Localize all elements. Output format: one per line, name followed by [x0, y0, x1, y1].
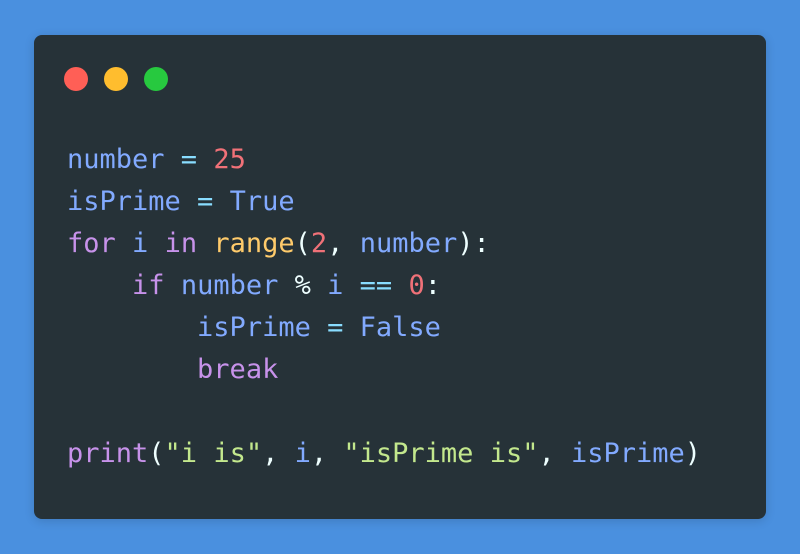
- code-token-punctuation: (: [148, 438, 165, 469]
- code-token-variable: number: [67, 144, 165, 175]
- code-token-punctuation: [165, 270, 181, 301]
- code-token-keyword: in: [164, 228, 198, 259]
- code-token-variable: i: [327, 270, 344, 301]
- code-token-string: "isPrime is": [343, 438, 539, 469]
- code-token-punctuation: ):: [457, 228, 490, 259]
- code-token-variable: i: [132, 228, 149, 259]
- code-line: number = 25: [67, 139, 701, 181]
- code-token-operator: =: [310, 312, 360, 343]
- code-token-keyword: print: [67, 438, 149, 469]
- code-token-operator: ==: [343, 270, 409, 301]
- code-line: break: [67, 349, 701, 391]
- code-token-variable: isPrime: [197, 312, 311, 343]
- code-token-punctuation: [67, 270, 132, 301]
- code-token-number: 2: [310, 228, 328, 259]
- code-token-variable: number: [359, 228, 458, 259]
- code-line: print("i is", i, "isPrime is", isPrime): [67, 433, 701, 475]
- code-token-punctuation: [67, 354, 197, 385]
- code-line: if number % i == 0:: [67, 265, 701, 307]
- close-dot[interactable]: [64, 67, 88, 91]
- code-token-punctuation: ,: [327, 228, 360, 259]
- window-controls: [64, 67, 168, 91]
- code-token-variable: isPrime: [570, 438, 685, 469]
- code-token-keyword: for: [67, 228, 116, 259]
- code-token-variable: isPrime: [67, 186, 181, 217]
- code-token-variable: i: [294, 438, 311, 469]
- code-token-keyword: break: [197, 354, 279, 385]
- code-token-keyword: if: [132, 270, 165, 301]
- code-token-variable: number: [180, 270, 279, 301]
- code-token-operator: =: [164, 144, 214, 175]
- code-token-string: "i is": [164, 438, 263, 469]
- code-token-punctuation: [197, 228, 213, 259]
- code-token-punctuation: [116, 228, 132, 259]
- code-token-punctuation: :: [424, 270, 441, 301]
- code-line: for i in range(2, number):: [67, 223, 701, 265]
- code-token-variable: False: [359, 312, 441, 343]
- code-token-punctuation: [67, 312, 197, 343]
- code-token-punctuation: (: [294, 228, 311, 259]
- code-token-punctuation: %: [278, 270, 328, 301]
- code-line: isPrime = False: [67, 307, 701, 349]
- minimize-dot[interactable]: [104, 67, 128, 91]
- code-token-builtin-function: range: [213, 228, 295, 259]
- code-token-punctuation: ,: [310, 438, 344, 469]
- maximize-dot[interactable]: [144, 67, 168, 91]
- code-token-punctuation: ): [684, 438, 702, 469]
- code-token-punctuation: ,: [262, 438, 295, 469]
- code-token-number: 25: [213, 144, 246, 175]
- code-block: number = 25 isPrime = True for i in range(…: [67, 139, 701, 475]
- code-window: number = 25 isPrime = True for i in range(…: [34, 35, 766, 519]
- code-token-operator: =: [180, 186, 230, 217]
- code-token-punctuation: ,: [538, 438, 571, 469]
- code-token-punctuation: [148, 228, 164, 259]
- code-token-variable: True: [229, 186, 295, 217]
- code-token-number: 0: [408, 270, 425, 301]
- code-line: isPrime = True: [67, 181, 701, 223]
